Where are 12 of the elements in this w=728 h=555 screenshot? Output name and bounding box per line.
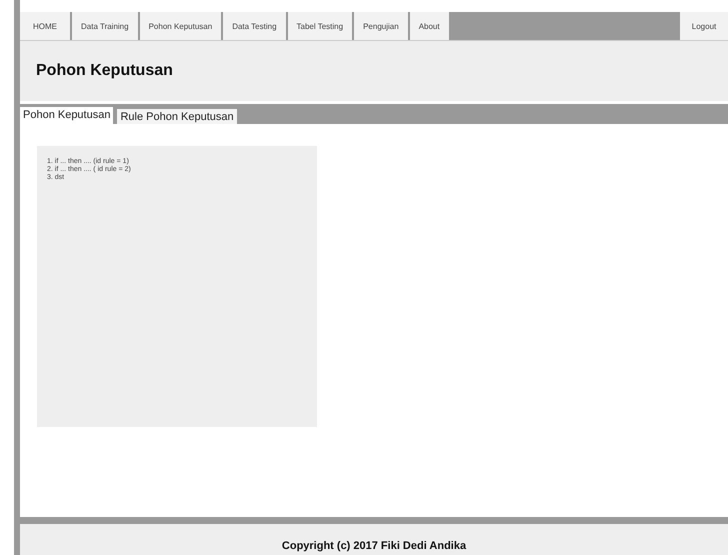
nav-link[interactable]: Tabel Testing <box>288 12 354 40</box>
logout-link[interactable]: Logout <box>680 12 728 40</box>
tab[interactable]: Rule Pohon Keputusan <box>117 109 237 124</box>
tab[interactable]: Pohon Keputusan <box>20 107 114 124</box>
page-title: Pohon Keputusan <box>36 62 173 80</box>
nav-link[interactable]: Pengujian <box>354 12 410 40</box>
nav-link[interactable]: Data Training <box>72 12 140 40</box>
copyright-text: Copyright (c) 2017 Fiki Dedi Andika <box>282 540 466 552</box>
nav-link[interactable]: Data Testing <box>223 12 288 40</box>
nav-link[interactable]: Pohon Keputusan <box>140 12 224 40</box>
nav-link[interactable]: HOME <box>20 12 72 40</box>
nav-link[interactable]: About <box>410 12 451 40</box>
